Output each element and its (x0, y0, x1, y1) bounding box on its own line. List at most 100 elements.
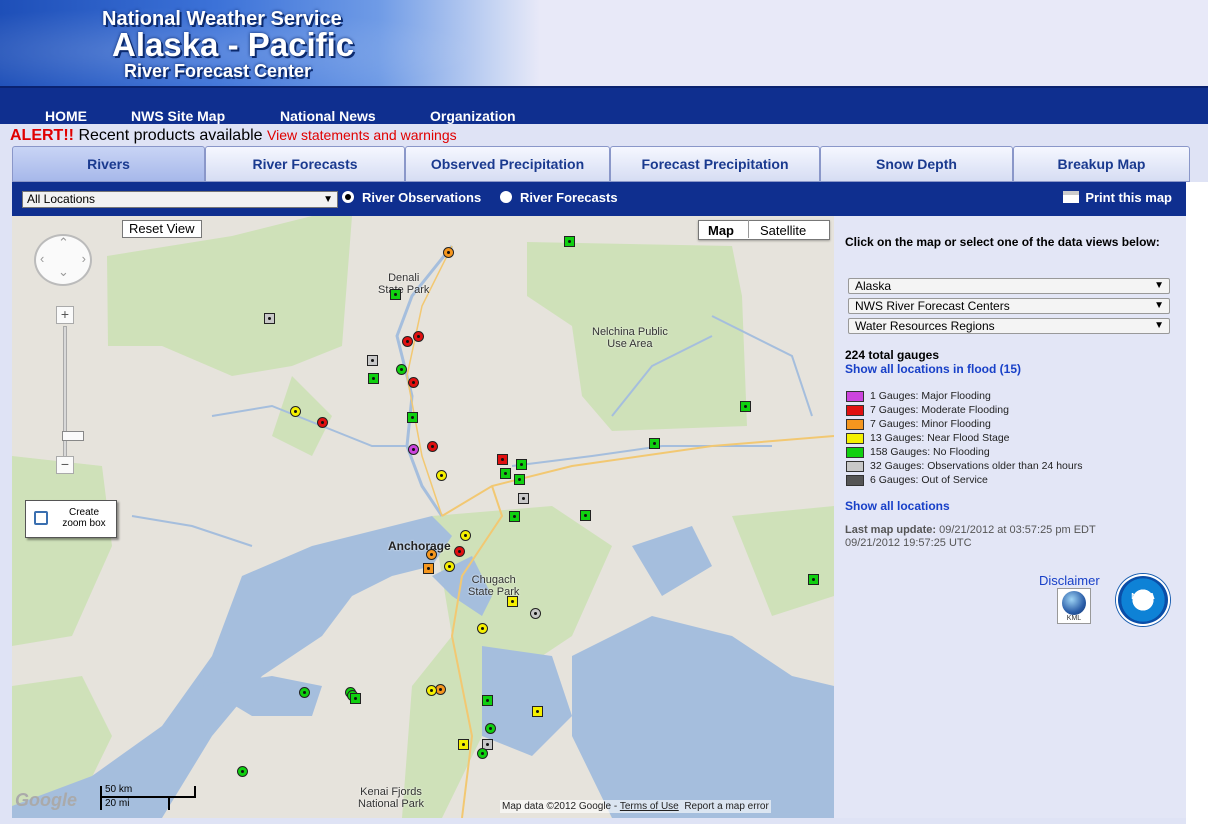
gauge-marker[interactable] (518, 493, 529, 504)
tab-forecast-precipitation[interactable]: Forecast Precipitation (610, 146, 820, 182)
tab-observed-precipitation[interactable]: Observed Precipitation (405, 146, 610, 182)
gauge-marker[interactable] (454, 546, 465, 557)
gauge-marker[interactable] (436, 470, 447, 481)
nav-site-map[interactable]: NWS Site Map (131, 108, 225, 124)
map-type-map[interactable]: Map (708, 223, 734, 238)
show-flood-locations-link[interactable]: Show all locations in flood (15) (845, 362, 1021, 376)
gauge-marker[interactable] (808, 574, 819, 585)
gauge-marker[interactable] (390, 289, 401, 300)
noaa-logo[interactable]: NOAA (1116, 574, 1170, 626)
gauge-marker[interactable] (426, 549, 437, 560)
gauge-marker[interactable] (500, 468, 511, 479)
tab-rivers[interactable]: Rivers (12, 146, 205, 182)
chevron-down-icon: ▼ (323, 194, 333, 205)
gauge-marker[interactable] (367, 355, 378, 366)
print-map-button[interactable]: Print this map (1063, 190, 1172, 205)
gauge-marker[interactable] (413, 331, 424, 342)
location-select[interactable]: All Locations ▼ (22, 191, 338, 208)
legend-row[interactable]: 7 Gauges: Moderate Flooding (846, 404, 1186, 418)
gauge-marker[interactable] (427, 441, 438, 452)
pan-left-icon[interactable]: ‹ (40, 251, 44, 266)
show-all-locations-link[interactable]: Show all locations (845, 499, 950, 513)
gauge-marker[interactable] (402, 336, 413, 347)
map-type-satellite[interactable]: Satellite (760, 223, 806, 238)
gauge-marker[interactable] (408, 377, 419, 388)
header-banner: National Weather Service Alaska - Pacifi… (0, 0, 1208, 86)
legend-row[interactable]: 13 Gauges: Near Flood Stage (846, 432, 1186, 446)
report-error-link[interactable]: Report a map error (684, 801, 768, 812)
nav-home[interactable]: HOME (45, 108, 87, 124)
legend-row[interactable]: 7 Gauges: Minor Flooding (846, 418, 1186, 432)
gauge-marker[interactable] (237, 766, 248, 777)
zoom-out-button[interactable]: − (56, 456, 74, 474)
legend-row[interactable]: 6 Gauges: Out of Service (846, 474, 1186, 488)
legend-swatch (846, 405, 864, 416)
gauge-marker[interactable] (458, 739, 469, 750)
gauge-marker[interactable] (482, 695, 493, 706)
gauge-marker[interactable] (423, 563, 434, 574)
terms-link[interactable]: Terms of Use (620, 801, 679, 812)
panel-prompt: Click on the map or select one of the da… (845, 235, 1160, 249)
gauge-marker[interactable] (497, 454, 508, 465)
legend-row[interactable]: 1 Gauges: Major Flooding (846, 390, 1186, 404)
select-alaska[interactable]: Alaska ▼ (848, 278, 1170, 294)
gauge-marker[interactable] (408, 444, 419, 455)
map-canvas[interactable]: Reset View Map Satellite ⌃ ‹ › ⌄ + − Cre… (12, 216, 834, 818)
update-label: Last map update: (845, 524, 937, 536)
gauge-marker[interactable] (317, 417, 328, 428)
radio-river-observations[interactable]: River Observations (342, 190, 481, 205)
kml-download-icon[interactable]: KML (1057, 588, 1091, 624)
gauge-marker[interactable] (444, 561, 455, 572)
tab-breakup-map[interactable]: Breakup Map (1013, 146, 1190, 182)
legend-swatch (846, 433, 864, 444)
nav-organization[interactable]: Organization (430, 108, 516, 124)
scale-km: 50 km (105, 784, 133, 795)
gauge-marker[interactable] (649, 438, 660, 449)
update-local: 09/21/2012 at 03:57:25 pm EDT (939, 524, 1096, 536)
gauge-marker[interactable] (350, 693, 361, 704)
gauge-marker[interactable] (477, 623, 488, 634)
gauge-marker[interactable] (485, 723, 496, 734)
gauge-marker[interactable] (564, 236, 575, 247)
gauge-marker[interactable] (443, 247, 454, 258)
gauge-marker[interactable] (532, 706, 543, 717)
gauge-marker[interactable] (477, 748, 488, 759)
gauge-marker[interactable] (407, 412, 418, 423)
select-water-regions[interactable]: Water Resources Regions ▼ (848, 318, 1170, 334)
zoom-in-button[interactable]: + (56, 306, 74, 324)
pan-right-icon[interactable]: › (82, 251, 86, 266)
gauge-marker[interactable] (530, 608, 541, 619)
radio-river-forecasts[interactable]: River Forecasts (500, 190, 618, 205)
select-rfc-value: NWS River Forecast Centers (855, 299, 1010, 313)
product-tabs: Rivers River Forecasts Observed Precipit… (12, 146, 1190, 182)
create-zoom-box-button[interactable]: Create zoom box (25, 500, 117, 538)
gauge-marker[interactable] (580, 510, 591, 521)
gauge-marker[interactable] (290, 406, 301, 417)
legend-row[interactable]: 158 Gauges: No Flooding (846, 446, 1186, 460)
legend-row[interactable]: 32 Gauges: Observations older than 24 ho… (846, 460, 1186, 474)
gauge-marker[interactable] (460, 530, 471, 541)
pan-down-icon[interactable]: ⌄ (58, 264, 69, 280)
gauge-marker[interactable] (507, 596, 518, 607)
radio-unselected-icon (500, 191, 512, 203)
pan-control[interactable]: ⌃ ‹ › ⌄ (34, 234, 92, 286)
tab-snow-depth[interactable]: Snow Depth (820, 146, 1013, 182)
gauge-marker[interactable] (299, 687, 310, 698)
gauge-marker[interactable] (368, 373, 379, 384)
nav-national-news[interactable]: National News (280, 108, 376, 124)
gauge-marker[interactable] (516, 459, 527, 470)
select-rfc[interactable]: NWS River Forecast Centers ▼ (848, 298, 1170, 314)
reset-view-button[interactable]: Reset View (122, 220, 202, 238)
gauge-marker[interactable] (396, 364, 407, 375)
gauge-marker[interactable] (740, 401, 751, 412)
gauge-marker[interactable] (514, 474, 525, 485)
gauge-marker[interactable] (426, 685, 437, 696)
zoom-slider[interactable] (62, 326, 84, 462)
zoom-slider-handle[interactable] (62, 431, 84, 441)
disclaimer-link[interactable]: Disclaimer (1039, 573, 1100, 588)
gauge-marker[interactable] (264, 313, 275, 324)
alert-link[interactable]: View statements and warnings (267, 127, 457, 143)
gauge-marker[interactable] (509, 511, 520, 522)
pan-up-icon[interactable]: ⌃ (58, 235, 69, 251)
tab-river-forecasts[interactable]: River Forecasts (205, 146, 405, 182)
